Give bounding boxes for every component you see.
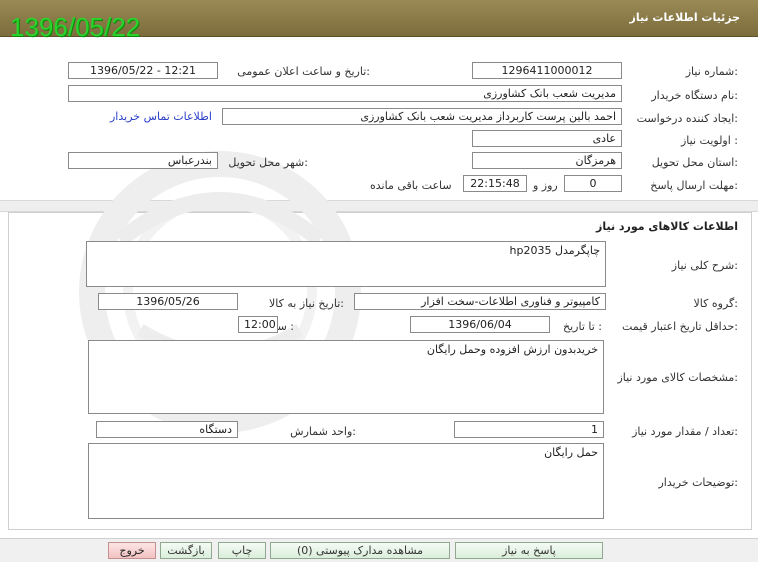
priority-label: اولویت نیاز : — [680, 134, 738, 147]
city-field: بندرعباس — [68, 152, 218, 169]
exit-button[interactable]: خروج — [108, 542, 156, 559]
goods-section-title: اطلاعات کالاهای مورد نیاز — [596, 220, 738, 233]
buyer-notes-label: توضیحات خریدار: — [658, 476, 739, 489]
view-attachments-button[interactable]: مشاهده مدارک پیوستی (0) — [270, 542, 450, 559]
buyer-notes-field[interactable]: حمل رایگان — [88, 443, 604, 519]
date-stamp: 1396/05/22 — [10, 12, 141, 42]
need-number-label: شماره نیاز: — [685, 65, 738, 78]
specs-label: مشخصات کالای مورد نیاز: — [617, 371, 738, 384]
deadline-label: مهلت ارسال پاسخ: — [650, 179, 738, 192]
remaining-text: ساعت باقی مانده — [370, 179, 452, 192]
creator-field: احمد بالین پرست کاربرداز مدیریت شعب بانک… — [222, 108, 622, 125]
respond-button[interactable]: پاسخ به نیاز — [455, 542, 603, 559]
announce-label: تاریخ و ساعت اعلان عمومی: — [237, 65, 370, 78]
buyer-org-field: مدیریت شعب بانک کشاورزی — [68, 85, 622, 102]
need-date-field: 1396/05/26 — [98, 293, 238, 310]
price-valid-label: حداقل تاریخ اعتبار قیمت: — [622, 320, 738, 333]
priority-field: عادی — [472, 130, 622, 147]
province-label: استان محل تحویل: — [651, 156, 738, 169]
to-date-label: تا تاریخ : — [563, 320, 602, 333]
creator-label: ایجاد کننده درخواست: — [636, 112, 738, 125]
desc-field: چاپگرمدل hp2035 — [86, 241, 606, 287]
unit-label: واحد شمارش: — [290, 425, 356, 438]
print-button[interactable]: چاپ — [218, 542, 266, 559]
desc-label: شرح کلی نیاز: — [671, 259, 738, 272]
time-field: 12:00 — [238, 316, 278, 333]
section-separator — [0, 200, 758, 212]
buyer-contact-link[interactable]: اطلاعات تماس خریدار — [110, 110, 212, 123]
qty-field: 1 — [454, 421, 604, 438]
group-label: گروه کالا: — [693, 297, 738, 310]
unit-field: دستگاه — [96, 421, 238, 438]
group-field: کامپیوتر و فناوری اطلاعات-سخت افزار — [354, 293, 606, 310]
to-date-field: 1396/06/04 — [410, 316, 550, 333]
qty-label: تعداد / مقدار مورد نیاز: — [632, 425, 738, 438]
days-word: روز و — [533, 179, 558, 192]
announce-field: 1396/05/22 - 12:21 — [68, 62, 218, 79]
back-button[interactable]: بازگشت — [160, 542, 212, 559]
need-number-field: 1296411000012 — [472, 62, 622, 79]
city-label: شهر محل تحویل: — [228, 156, 308, 169]
deadline-days-field: 0 — [564, 175, 622, 192]
buyer-org-label: نام دستگاه خریدار: — [651, 89, 738, 102]
page-title: جزئیات اطلاعات نیاز — [629, 11, 741, 24]
deadline-time-field: 22:15:48 — [463, 175, 527, 192]
need-date-label: تاریخ نیاز به کالا: — [269, 297, 344, 310]
specs-field[interactable]: خریدبدون ارزش افزوده وحمل رایگان — [88, 340, 604, 414]
province-field: هرمزگان — [472, 152, 622, 169]
